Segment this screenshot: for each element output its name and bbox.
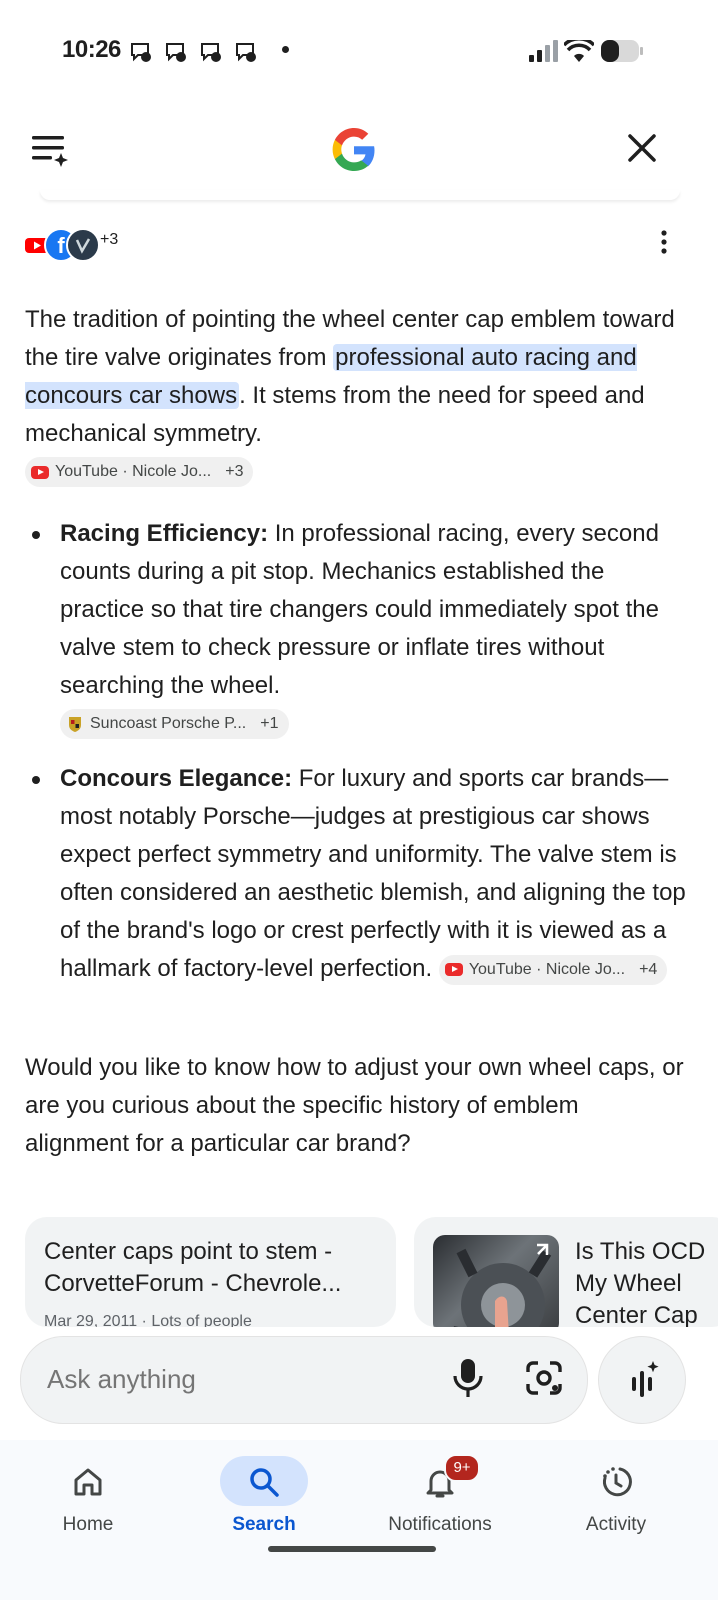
nav-label: Activity — [585, 1514, 647, 1535]
nav-home[interactable]: Home — [0, 1448, 176, 1548]
source-chip[interactable]: YouTube · Nicole Jo... +3 — [25, 457, 254, 487]
bullet-body: For luxury and sports car brands—most no… — [60, 765, 686, 982]
more-sources-count[interactable]: +3 — [100, 231, 118, 249]
brand-logo-icon — [75, 238, 91, 254]
chip-source: Suncoast Porsche P... — [90, 715, 247, 732]
google-lens-button[interactable] — [522, 1358, 566, 1398]
chip-source: YouTube · Nicole Jo... — [55, 463, 212, 480]
bullet-title: Racing Efficiency: — [60, 520, 269, 547]
status-time: 10:26 — [62, 36, 121, 63]
nav-search[interactable]: Search — [176, 1448, 352, 1548]
ask-bar — [20, 1336, 588, 1424]
card-title: Center caps point to stem - CorvetteForu… — [44, 1238, 342, 1297]
messenger-notification-icon — [236, 43, 256, 62]
messenger-notification-icon — [131, 43, 151, 62]
voice-wave-sparkle-icon — [632, 1361, 659, 1397]
chip-source: YouTube · Nicole Jo... — [468, 960, 626, 978]
search-icon — [250, 1468, 279, 1497]
youtube-icon — [31, 465, 49, 479]
nav-activity[interactable]: Activity — [528, 1448, 704, 1548]
related-card-video[interactable]: Is This OCD My Wheel Center Cap — [414, 1217, 718, 1327]
porsche-crest-icon — [69, 717, 81, 732]
bottom-navigation: Home Search 9+ Notifications Activity — [0, 1440, 718, 1600]
wheel-cap-image — [453, 1243, 552, 1327]
chip-count: +4 — [639, 960, 658, 978]
battery-icon — [601, 40, 643, 62]
video-thumbnail — [433, 1235, 559, 1327]
messenger-notification-icon — [166, 43, 186, 62]
bullet-dot — [32, 531, 40, 539]
ai-voice-mode-button[interactable] — [598, 1336, 686, 1424]
nav-label: Home — [62, 1514, 114, 1535]
mic-button[interactable] — [448, 1356, 488, 1400]
source-avatar[interactable] — [66, 228, 100, 262]
header-divider — [40, 190, 680, 200]
chip-count: +1 — [260, 715, 279, 732]
home-indicator[interactable] — [268, 1546, 436, 1552]
bullet-concours-elegance: Concours Elegance: For luxury and sports… — [60, 760, 690, 988]
nav-label: Notifications — [388, 1514, 492, 1535]
card-meta: Mar 29, 2011 · Lots of people — [44, 1313, 252, 1327]
nav-label: Search — [232, 1514, 296, 1535]
bullet-title: Concours Elegance: — [60, 765, 293, 792]
source-chip[interactable]: Suncoast Porsche P... +1 — [60, 709, 289, 739]
ask-input[interactable] — [45, 1363, 409, 1396]
chip-count: +3 — [225, 463, 244, 480]
wifi-icon — [564, 40, 594, 62]
more-options-button[interactable] — [652, 228, 676, 256]
google-logo — [332, 128, 375, 171]
signal-icon — [529, 40, 558, 62]
card-title: Is This OCD My Wheel Center Cap — [575, 1238, 706, 1327]
related-card-corvetteforum[interactable]: Center caps point to stem - CorvetteForu… — [25, 1217, 396, 1327]
followup-question: Would you like to know how to adjust you… — [25, 1054, 684, 1157]
bullet-racing-efficiency: Racing Efficiency: In professional racin… — [60, 515, 690, 705]
notification-badge: 9+ — [444, 1454, 480, 1482]
youtube-icon — [444, 963, 463, 977]
more-notifications-dot — [282, 46, 289, 53]
source-chip[interactable]: YouTube · Nicole Jo... +4 — [438, 954, 668, 985]
activity-icon — [602, 1467, 632, 1497]
home-icon — [74, 1468, 102, 1496]
bullet-dot — [32, 776, 40, 784]
menu-button[interactable] — [30, 132, 70, 168]
nav-notifications[interactable]: 9+ Notifications — [352, 1448, 528, 1548]
messenger-notification-icon — [201, 43, 221, 62]
answer-intro: The tradition of pointing the wheel cent… — [25, 301, 685, 453]
close-button[interactable] — [624, 130, 660, 166]
